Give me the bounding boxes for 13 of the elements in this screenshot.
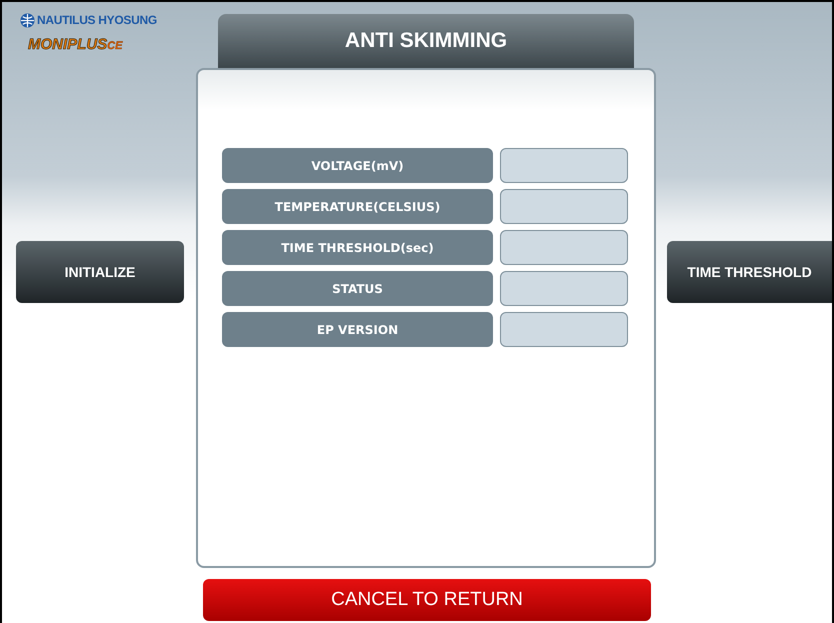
field-label: VOLTAGE(mV)	[222, 148, 493, 183]
initialize-button[interactable]: INITIALIZE	[16, 241, 184, 303]
cancel-button[interactable]: CANCEL TO RETURN	[203, 579, 651, 621]
field-label: STATUS	[222, 271, 493, 306]
product-name: MONIPLUS	[28, 37, 108, 52]
product-edition: CE	[107, 41, 122, 52]
field-label: EP VERSION	[222, 312, 493, 347]
field-label: TIME THRESHOLD(sec)	[222, 230, 493, 265]
company-name: NAUTILUS HYOSUNG	[37, 12, 157, 29]
field-label: TEMPERATURE(CELSIUS)	[222, 189, 493, 224]
time-threshold-button[interactable]: TIME THRESHOLD	[667, 241, 832, 303]
screen-title: ANTI SKIMMING	[218, 14, 634, 68]
globe-icon	[20, 12, 35, 28]
